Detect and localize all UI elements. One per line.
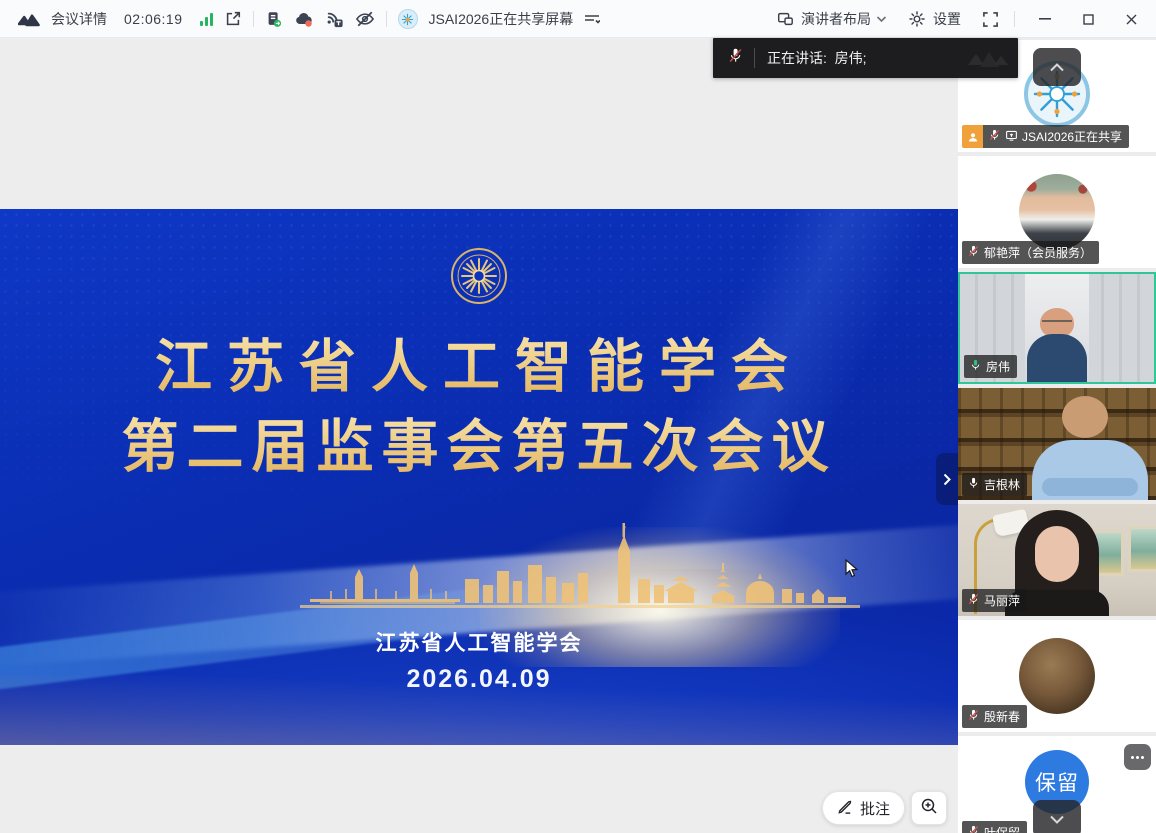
participant-name: 房伟 xyxy=(986,358,1010,375)
mic-muted-icon xyxy=(727,46,744,70)
meeting-timer: 02:06:19 xyxy=(124,11,183,27)
participant-name: 叶保留 xyxy=(984,824,1020,833)
gear-icon[interactable] xyxy=(908,10,926,28)
minimize-button[interactable] xyxy=(1030,0,1060,38)
app-logo-icon xyxy=(18,10,40,28)
participant-name: JSAI2026正在共享 xyxy=(1022,128,1122,145)
zoom-button[interactable] xyxy=(911,791,947,825)
sharing-menu-icon[interactable] xyxy=(584,12,600,26)
mic-muted-icon xyxy=(967,824,980,833)
mic-on-icon xyxy=(967,476,980,493)
annotate-button[interactable]: 批注 xyxy=(822,791,905,825)
sidebar-collapse-handle[interactable] xyxy=(936,453,958,505)
meeting-details-button[interactable]: 会议详情 xyxy=(51,9,107,29)
speaking-label: 正在讲话: xyxy=(767,50,827,66)
avatar xyxy=(1019,174,1095,250)
fullscreen-icon[interactable] xyxy=(982,11,999,28)
settings-button[interactable]: 设置 xyxy=(933,9,961,29)
sharing-status-text: JSAI2026正在共享屏幕 xyxy=(429,9,574,29)
city-skyline-graphic xyxy=(300,521,860,636)
pen-icon xyxy=(837,798,854,819)
toolbar: 会议详情 02:06:19 JSAI2026正在共享屏幕 xyxy=(0,0,1156,38)
slide-title-line1: 江苏省人工智能学会 xyxy=(0,327,958,407)
mic-muted-icon xyxy=(967,592,980,609)
avatar xyxy=(1019,638,1095,714)
caption-broadcast-icon[interactable] xyxy=(325,10,344,28)
slide-emblem-icon xyxy=(0,245,958,307)
participant-tile-fangwei[interactable]: 房伟 xyxy=(958,272,1156,384)
more-options-button[interactable] xyxy=(1124,744,1151,770)
sharing-user-avatar xyxy=(398,9,418,29)
meeting-window: 会议详情 02:06:19 JSAI2026正在共享屏幕 xyxy=(0,0,1156,833)
cloud-recording-icon[interactable] xyxy=(294,10,314,28)
mic-muted-icon xyxy=(967,708,980,725)
close-button[interactable] xyxy=(1116,0,1146,38)
mouse-cursor xyxy=(845,559,859,584)
participant-name: 郁艳萍（会员服务） xyxy=(984,244,1092,261)
layout-icon xyxy=(776,10,794,28)
slide-footer-org: 江苏省人工智能学会 xyxy=(0,627,958,657)
mic-muted-icon xyxy=(967,244,980,261)
avatar-initials: 保留 xyxy=(1035,767,1079,797)
participant-name: 殷新春 xyxy=(984,708,1020,725)
annotate-label: 批注 xyxy=(860,798,890,819)
watermark-logo-icon xyxy=(966,45,1010,76)
scroll-up-button[interactable] xyxy=(1033,48,1081,86)
presentation-slide: 江苏省人工智能学会 第二届监事会第五次会议 xyxy=(0,209,958,745)
network-signal-icon xyxy=(200,12,213,26)
speaking-banner: 正在讲话: 房伟; xyxy=(713,38,1018,78)
participant-name: 马丽萍 xyxy=(984,592,1020,609)
host-badge-icon xyxy=(962,125,983,148)
maximize-button[interactable] xyxy=(1073,0,1103,38)
participant-tile-maliping[interactable]: 马丽萍 xyxy=(958,504,1156,616)
participant-tile-yinxinchun[interactable]: 殷新春 xyxy=(958,620,1156,732)
mic-speaking-icon xyxy=(969,358,982,375)
participant-tile-yuyanping[interactable]: 郁艳萍（会员服务） xyxy=(958,156,1156,268)
chevron-down-icon[interactable] xyxy=(876,15,887,23)
participant-tile-jigenlin[interactable]: 吉根林 xyxy=(958,388,1156,500)
shared-screen-area: 江苏省人工智能学会 第二届监事会第五次会议 xyxy=(0,38,958,833)
eye-off-icon[interactable] xyxy=(355,10,375,28)
screen-share-icon xyxy=(1005,129,1018,145)
slide-footer-date: 2026.04.09 xyxy=(0,665,958,694)
participant-name: 吉根林 xyxy=(984,476,1020,493)
file-transfer-icon[interactable] xyxy=(265,10,283,28)
popout-window-icon[interactable] xyxy=(224,10,242,28)
speaking-names: 房伟; xyxy=(835,50,867,66)
slide-title-line2: 第二届监事会第五次会议 xyxy=(0,407,958,487)
layout-button[interactable]: 演讲者布局 xyxy=(801,9,871,29)
magnifier-plus-icon xyxy=(920,797,938,820)
mic-muted-icon xyxy=(988,128,1001,145)
participants-sidebar: JSAI2026正在共享 郁艳萍（会员服务） xyxy=(958,38,1156,833)
scroll-down-button[interactable] xyxy=(1033,800,1081,833)
